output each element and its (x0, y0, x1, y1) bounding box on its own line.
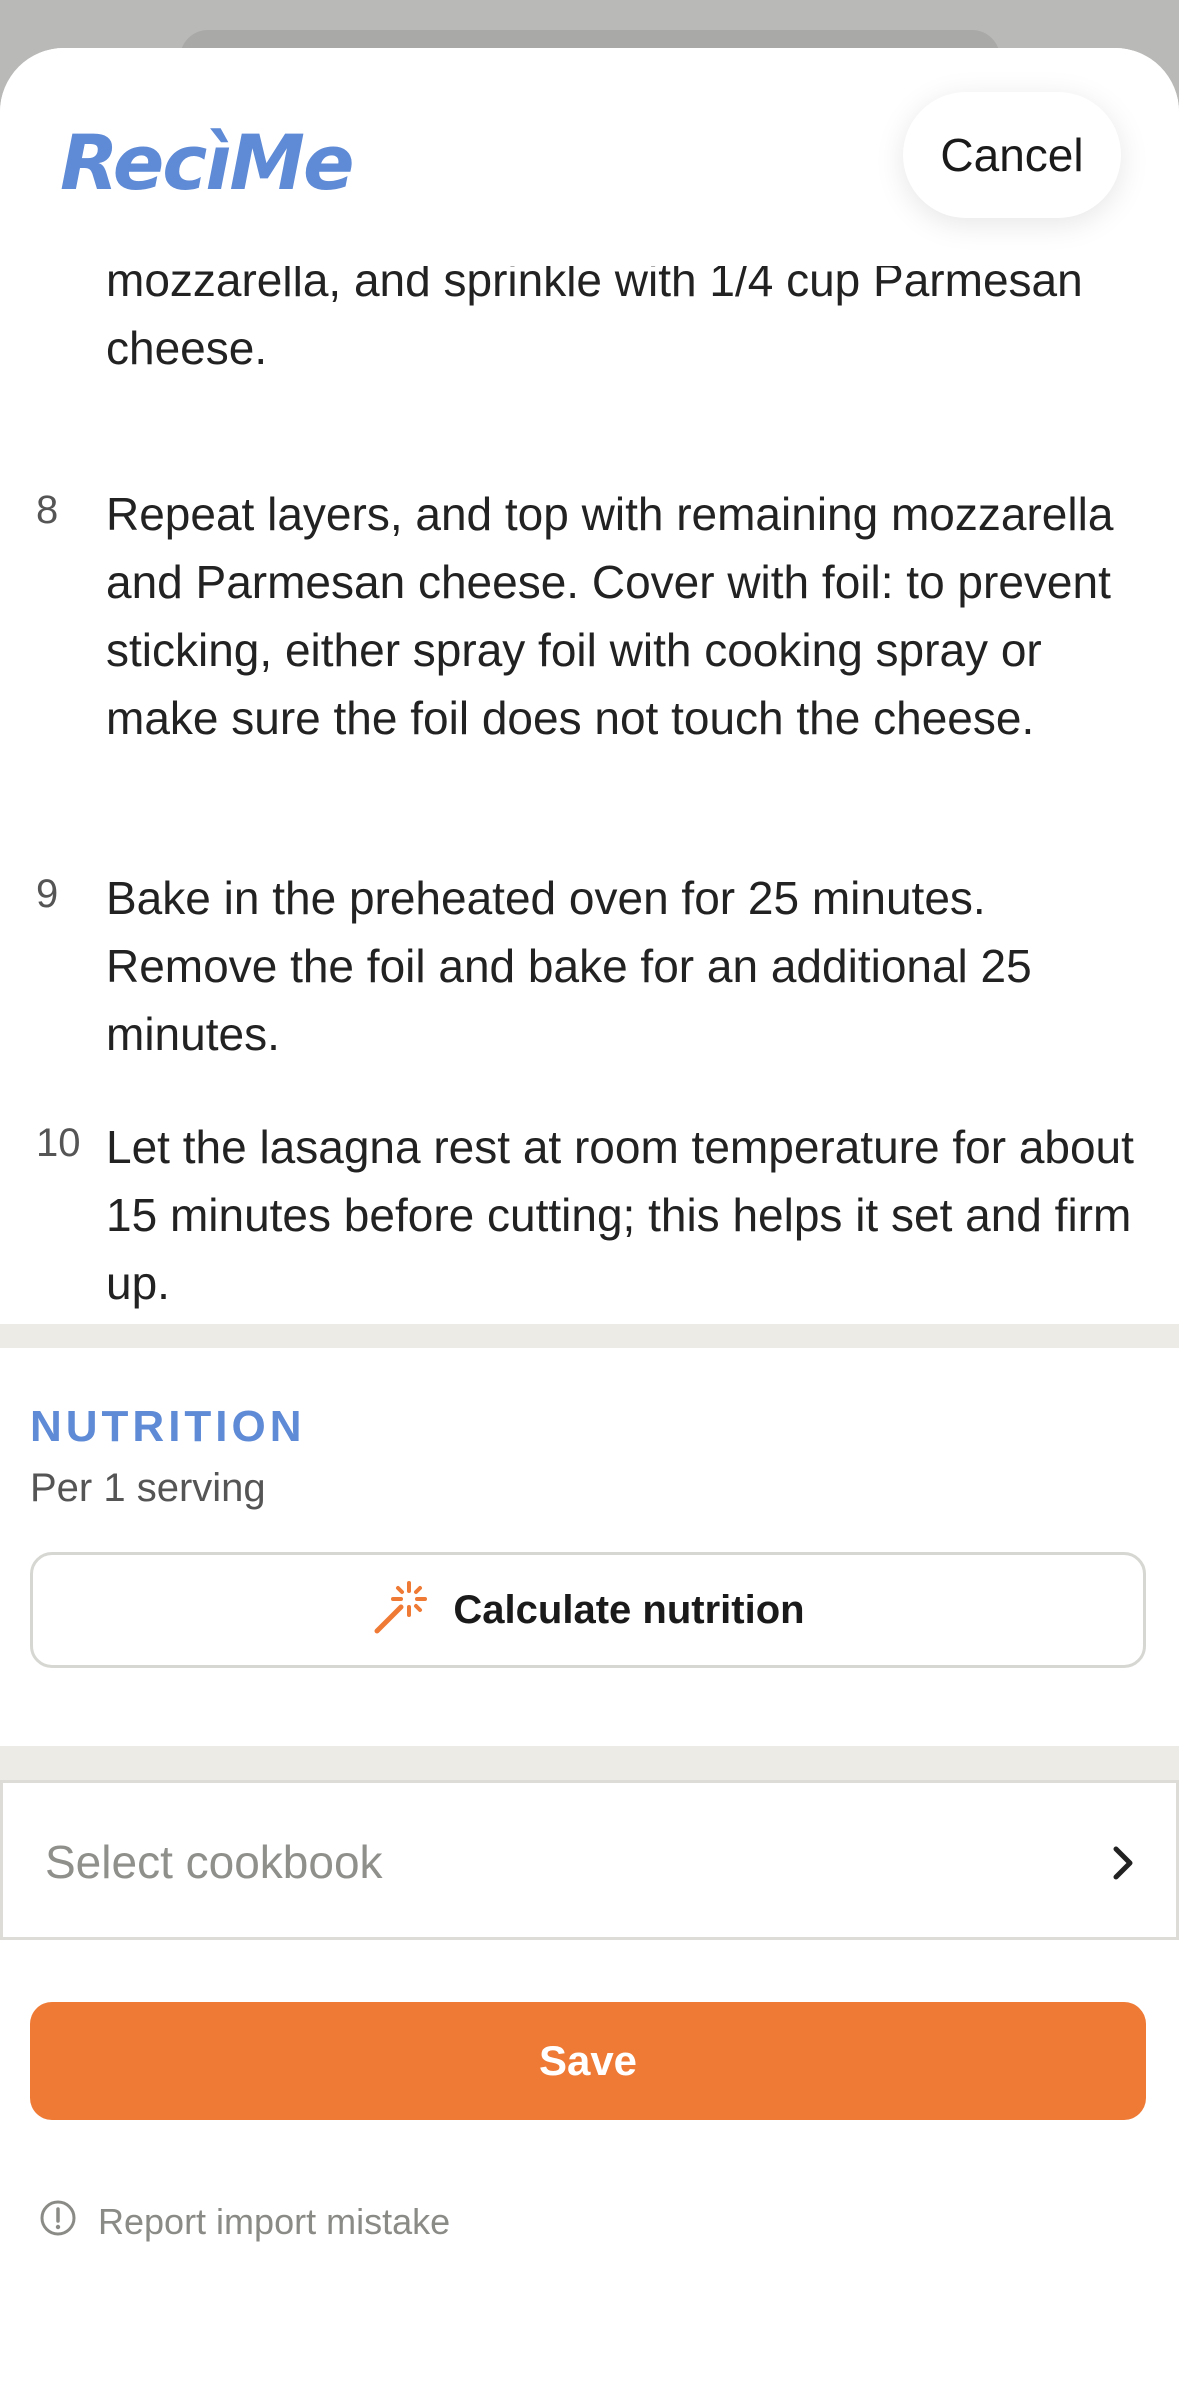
step-number: 8 (36, 488, 59, 532)
section-divider (0, 1324, 1179, 1348)
nutrition-serving-label: Per 1 serving (30, 1466, 266, 1510)
save-button[interactable]: Save (30, 2002, 1146, 2120)
nutrition-heading: NUTRITION (30, 1402, 306, 1451)
select-cookbook-placeholder: Select cookbook (45, 1836, 383, 1888)
step-7-continued-text: mozzarella, and sprinkle with 1/4 cup Pa… (106, 254, 1083, 374)
cancel-button[interactable]: Cancel (903, 92, 1121, 218)
alert-circle-icon (38, 2198, 78, 2247)
select-cookbook-row[interactable]: Select cookbook (0, 1780, 1179, 1940)
magic-wand-icon (371, 1579, 429, 1642)
import-recipe-sheet: RecìMe Cancel mozzarella, and sprinkle w… (0, 48, 1179, 2396)
step-text: Repeat layers, and top with remaining mo… (106, 488, 1114, 744)
step-text: Let the lasagna rest at room temperature… (106, 1121, 1134, 1309)
section-divider (0, 1746, 1179, 1780)
step-number: 10 (36, 1121, 81, 1165)
calculate-nutrition-button[interactable]: Calculate nutrition (30, 1552, 1146, 1668)
step-number: 9 (36, 872, 59, 916)
sheet-header: RecìMe Cancel (0, 48, 1179, 266)
recime-logo: RecìMe (60, 118, 355, 207)
report-import-mistake-label: Report import mistake (98, 2201, 451, 2242)
calculate-nutrition-label: Calculate nutrition (453, 1587, 805, 1632)
report-import-mistake-link[interactable]: Report import mistake (38, 2198, 450, 2246)
chevron-right-icon (1108, 1841, 1138, 1890)
step-text: Bake in the preheated oven for 25 minute… (106, 872, 1032, 1060)
